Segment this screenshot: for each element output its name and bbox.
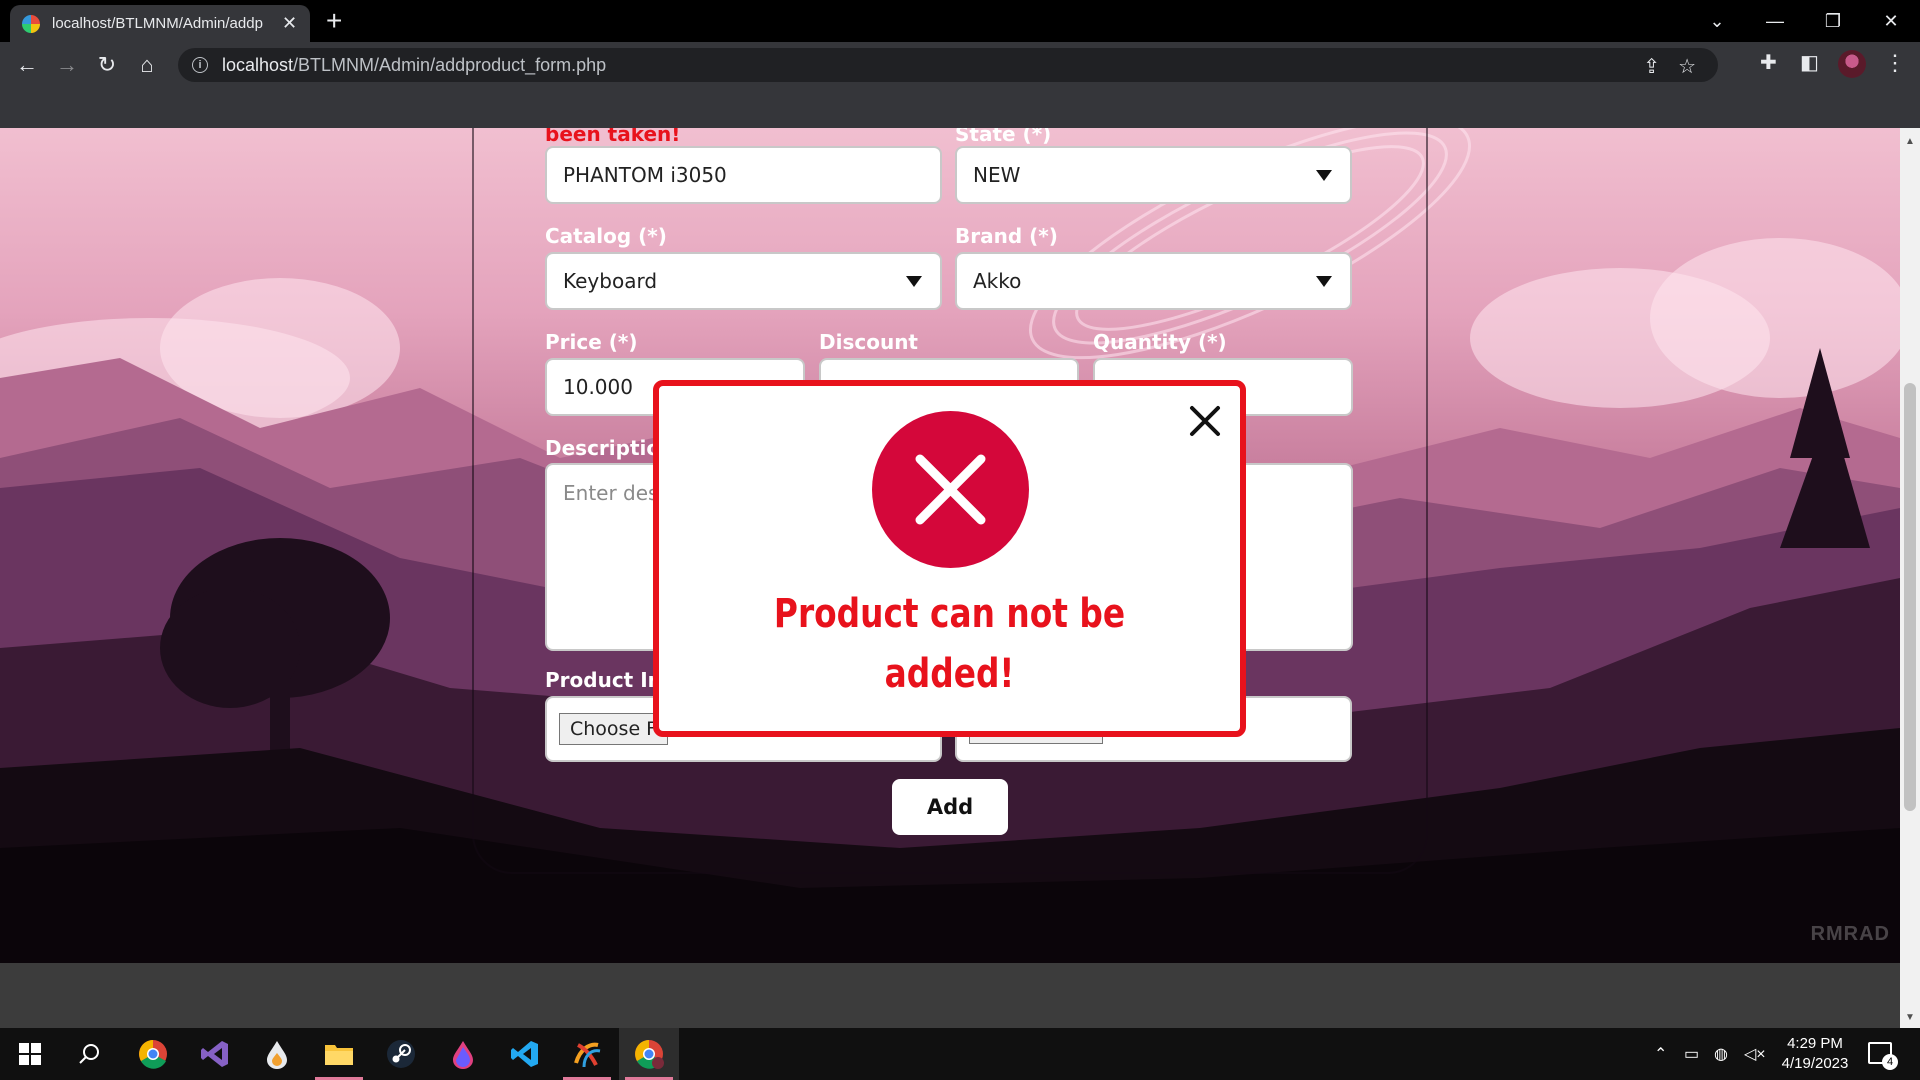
reload-button[interactable]: ↻ xyxy=(92,50,122,80)
forward-button[interactable]: → xyxy=(52,50,82,80)
site-favicon-icon xyxy=(22,14,40,33)
taskbar-vscode[interactable] xyxy=(495,1028,555,1080)
browser-tab[interactable]: localhost/BTLMNM/Admin/addp ✕ xyxy=(10,5,310,42)
x-mark-icon xyxy=(915,454,986,525)
scroll-up-icon[interactable]: ▲ xyxy=(1905,136,1915,147)
profile-avatar[interactable] xyxy=(1838,50,1866,78)
home-button[interactable]: ⌂ xyxy=(132,50,162,80)
catalog-select[interactable]: Keyboard xyxy=(545,252,942,310)
tab-title: localhost/BTLMNM/Admin/addp xyxy=(52,15,263,32)
taskbar-file-explorer[interactable] xyxy=(309,1028,369,1080)
price-value: 10.000 xyxy=(563,375,633,399)
taskbar-visual-studio[interactable] xyxy=(185,1028,245,1080)
error-modal: Product can not be added! xyxy=(653,380,1246,737)
share-icon[interactable]: ⇪ xyxy=(1643,54,1660,79)
network-globe-icon[interactable]: ◍ xyxy=(1714,1028,1728,1080)
add-button[interactable]: Add xyxy=(892,779,1008,835)
state-select[interactable]: NEW xyxy=(955,146,1352,204)
state-label: State (*) xyxy=(955,128,1052,146)
notification-count: 4 xyxy=(1882,1054,1898,1070)
restore-button[interactable]: ❐ xyxy=(1804,0,1862,42)
start-button[interactable] xyxy=(0,1028,60,1080)
search-button[interactable] xyxy=(60,1028,120,1080)
page-bottom-area xyxy=(0,963,1900,1028)
window-controls: ⌄ — ❐ ✕ xyxy=(1688,0,1920,42)
windows-logo-icon xyxy=(19,1043,41,1065)
notification-center-icon[interactable]: 4 xyxy=(1868,1042,1898,1070)
taskbar-steam[interactable] xyxy=(371,1028,431,1080)
battery-icon[interactable]: ▭ xyxy=(1684,1028,1699,1080)
back-button[interactable]: ← xyxy=(12,50,42,80)
xampp-icon xyxy=(574,1042,601,1068)
chevron-down-icon xyxy=(1316,170,1332,181)
page-scrollbar[interactable]: ▲ ▼ xyxy=(1900,128,1920,1028)
description-label: Descriptio xyxy=(545,436,661,460)
bookmarks-bar xyxy=(0,88,1920,128)
search-icon xyxy=(79,1044,99,1064)
state-value: NEW xyxy=(973,163,1021,187)
tab-search-icon[interactable]: ⌄ xyxy=(1688,0,1746,42)
windows-taskbar: ⌃ ▭ ◍ ◁× 4:29 PM 4/19/2023 4 xyxy=(0,1028,1920,1080)
description-placeholder: Enter des xyxy=(563,481,659,505)
error-circle xyxy=(872,411,1029,568)
tray-overflow-icon[interactable]: ⌃ xyxy=(1654,1028,1667,1080)
taskbar-clock[interactable]: 4:29 PM 4/19/2023 xyxy=(1770,1034,1860,1074)
scrollbar-thumb[interactable] xyxy=(1904,383,1916,811)
browser-tabbar: localhost/BTLMNM/Admin/addp ✕ + ⌄ — ❐ ✕ xyxy=(0,0,1920,42)
image-label: Product Im xyxy=(545,668,669,692)
catalog-label: Catalog (*) xyxy=(545,224,667,248)
url-host: localhost xyxy=(222,54,294,75)
chevron-down-icon xyxy=(1316,276,1332,287)
brand-label: Brand (*) xyxy=(955,224,1058,248)
clock-time: 4:29 PM xyxy=(1787,1035,1843,1052)
page-viewport: RMRAD been taken! State (*) PHANTOM i305… xyxy=(0,128,1900,963)
visual-studio-icon xyxy=(201,1041,228,1067)
brand-select[interactable]: Akko xyxy=(955,252,1352,310)
product-name-value: PHANTOM i3050 xyxy=(563,163,727,187)
quantity-label: Quantity (*) xyxy=(1093,330,1227,354)
vscode-icon xyxy=(511,1041,538,1067)
menu-icon[interactable]: ⋮ xyxy=(1884,50,1906,76)
color-drop-icon xyxy=(453,1041,473,1069)
brand-value: Akko xyxy=(973,269,1022,293)
close-window-button[interactable]: ✕ xyxy=(1862,0,1920,42)
error-message: Product can not be added! xyxy=(711,584,1187,704)
clock-date: 4/19/2023 xyxy=(1781,1055,1849,1072)
folder-icon xyxy=(325,1045,353,1065)
volume-muted-icon[interactable]: ◁× xyxy=(1744,1028,1766,1080)
product-name-input[interactable]: PHANTOM i3050 xyxy=(545,146,942,204)
taskbar-xampp[interactable] xyxy=(557,1028,617,1080)
error-message-line2: added! xyxy=(884,651,1015,697)
name-error-text: been taken! xyxy=(545,128,681,146)
chrome-icon xyxy=(139,1040,167,1069)
chrome-profile-icon xyxy=(635,1040,664,1069)
steam-icon xyxy=(387,1040,415,1068)
chevron-down-icon xyxy=(906,276,922,287)
drop-icon xyxy=(267,1041,287,1069)
discount-label: Discount xyxy=(819,330,918,354)
taskbar-app-color-drop[interactable] xyxy=(433,1028,493,1080)
catalog-value: Keyboard xyxy=(563,269,658,293)
price-label: Price (*) xyxy=(545,330,638,354)
minimize-button[interactable]: — xyxy=(1746,0,1804,42)
extensions-icon[interactable]: ✚ xyxy=(1760,50,1777,75)
close-icon[interactable] xyxy=(1188,404,1222,438)
side-panel-icon[interactable]: ◧ xyxy=(1800,50,1819,75)
choose-file-button[interactable]: Choose F xyxy=(559,713,669,745)
site-info-icon[interactable]: i xyxy=(192,57,208,73)
address-bar[interactable]: i localhost/BTLMNM/Admin/addproduct_form… xyxy=(178,48,1718,82)
taskbar-app-drop[interactable] xyxy=(247,1028,307,1080)
scroll-down-icon[interactable]: ▼ xyxy=(1905,1012,1915,1023)
tab-close-icon[interactable]: ✕ xyxy=(282,13,297,34)
taskbar-chrome[interactable] xyxy=(123,1028,183,1080)
error-message-line1: Product can not be xyxy=(773,591,1126,637)
watermark-text: RMRAD xyxy=(1810,923,1890,945)
bookmark-star-icon[interactable]: ☆ xyxy=(1678,54,1696,79)
taskbar-chrome-active[interactable] xyxy=(619,1028,679,1080)
browser-toolbar: ← → ↻ ⌂ i localhost/BTLMNM/Admin/addprod… xyxy=(0,42,1920,88)
url-path: /BTLMNM/Admin/addproduct_form.php xyxy=(293,54,607,75)
new-tab-button[interactable]: + xyxy=(326,7,342,35)
